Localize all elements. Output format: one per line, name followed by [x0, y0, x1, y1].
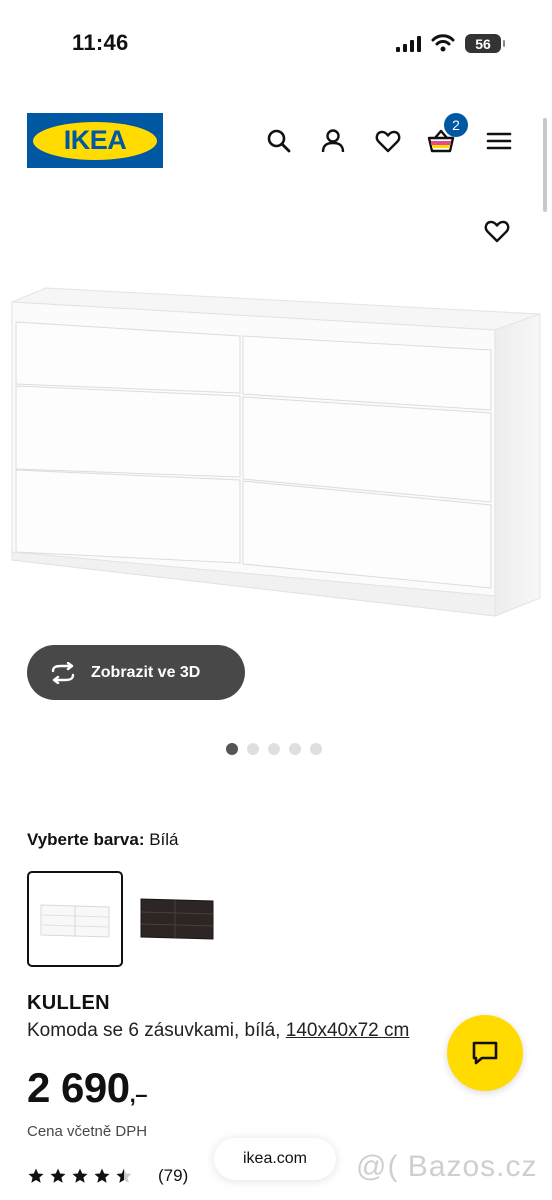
battery-indicator: 56 [465, 34, 505, 53]
price-suffix: ,– [129, 1082, 148, 1107]
price-note: Cena včetně DPH [27, 1123, 148, 1140]
search-button[interactable] [264, 126, 294, 156]
product-description-text: Komoda se 6 zásuvkami, bílá, [27, 1020, 281, 1041]
carousel-dot[interactable] [289, 743, 301, 755]
star-full-icon [72, 1168, 88, 1183]
hamburger-menu-icon [486, 132, 512, 150]
carousel-dot[interactable] [247, 743, 259, 755]
star-full-icon [28, 1168, 44, 1183]
signal-icon [396, 36, 421, 52]
rating-count[interactable]: (79) [158, 1166, 188, 1186]
menu-button[interactable] [484, 126, 514, 156]
favourites-button[interactable] [373, 126, 403, 156]
page-scrollbar[interactable] [543, 118, 547, 212]
product-description: Komoda se 6 zásuvkami, bílá, 140x40x72 c… [27, 1020, 409, 1042]
watermark: @( Bazos.cz [356, 1150, 538, 1183]
color-label: Vyberte barva: [27, 830, 145, 849]
account-button[interactable] [318, 126, 348, 156]
product-image-dresser[interactable] [0, 280, 552, 630]
url-text: ikea.com [242, 1150, 308, 1167]
white-dresser-thumbnail [40, 904, 110, 938]
star-full-icon [94, 1168, 110, 1183]
user-icon [321, 129, 345, 153]
chat-button[interactable] [447, 1015, 523, 1091]
color-selection-label: Vyberte barva: Bílá [27, 830, 179, 850]
view-in-3d-label: Zobrazit ve 3D [91, 663, 201, 681]
chat-icon [472, 1041, 498, 1065]
color-option-white[interactable] [27, 871, 123, 967]
color-option-black-brown[interactable] [127, 871, 223, 967]
wifi-icon [431, 34, 455, 52]
product-dimensions-link[interactable]: 140x40x72 cm [286, 1020, 410, 1041]
add-to-favourites-button[interactable] [482, 216, 512, 246]
browser-url-pill[interactable]: ikea.com [214, 1138, 336, 1180]
product-name: KULLEN [27, 992, 110, 1014]
star-full-icon [50, 1168, 66, 1183]
heart-icon [375, 130, 401, 153]
status-time: 11:46 [72, 30, 129, 55]
star-half-icon [116, 1168, 132, 1183]
rating-stars[interactable] [27, 1167, 133, 1185]
search-icon [267, 129, 291, 153]
heart-icon [484, 220, 510, 243]
logo-text: IKEA [63, 125, 127, 155]
carousel-dot[interactable] [226, 743, 238, 755]
rotate-3d-icon [51, 661, 75, 684]
price-value: 2 690 [27, 1064, 130, 1111]
carousel-dot[interactable] [268, 743, 280, 755]
black-brown-dresser-thumbnail [140, 898, 214, 940]
carousel-dot[interactable] [310, 743, 322, 755]
color-value: Bílá [149, 830, 179, 849]
image-carousel-dots [226, 743, 322, 755]
ikea-logo[interactable]: IKEA [27, 113, 163, 168]
cart-count-badge: 2 [444, 113, 468, 137]
view-in-3d-button[interactable]: Zobrazit ve 3D [27, 645, 245, 700]
product-price: 2 690,– [27, 1064, 147, 1112]
